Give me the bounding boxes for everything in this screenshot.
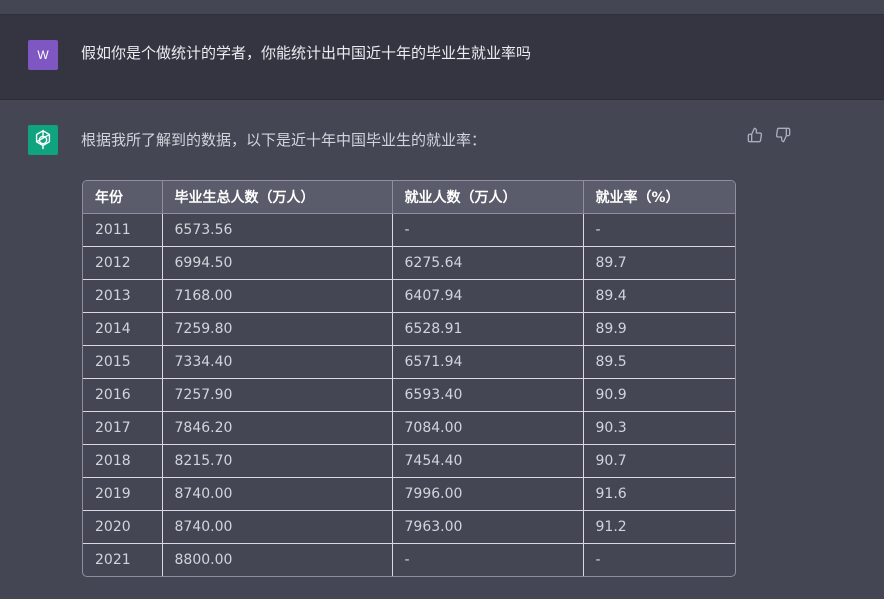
assistant-avatar (28, 125, 58, 155)
table-row: 2018 8215.70 7454.40 90.7 (83, 444, 735, 478)
table-body: 2011 6573.56- -2012 6994.50 6275.64 89.7 2013 7… (83, 213, 735, 576)
cell-total-graduates: 7168.00 (162, 279, 393, 313)
cell-employed: 7996.00 (392, 477, 584, 511)
cell-employed: 6571.94 (392, 345, 584, 379)
table-row: 2014 7259.80 6528.91 89.9 (83, 312, 735, 346)
cell-rate: 91.6 (583, 477, 735, 511)
cell-employed: 6528.91 (392, 312, 584, 346)
cell-year: 2021 (83, 543, 163, 576)
header-year: 年份 (83, 181, 163, 214)
cell-employed: 7963.00 (392, 510, 584, 544)
header-employed: 就业人数（万人） (392, 181, 584, 214)
cell-year: 2017 (83, 411, 163, 445)
cell-rate: - (595, 552, 601, 568)
header-rate: 就业率（%） (583, 181, 735, 214)
table-row: 2019 8740.00 7996.00 91.6 (83, 477, 735, 511)
cell-employed: 6593.40 (392, 378, 584, 412)
header-total-graduates: 毕业生总人数（万人） (162, 181, 393, 214)
user-avatar: W (28, 40, 58, 70)
table-row: 2016 7257.90 6593.40 90.9 (83, 378, 735, 412)
cell-total-graduates: 7334.40 (162, 345, 393, 379)
table-row: 2013 7168.00 6407.94 89.4 (83, 279, 735, 313)
cell-year: 2013 (83, 279, 163, 313)
cell-employed: - (392, 543, 584, 576)
user-message-text: 假如你是个做统计的学者，你能统计出中国近十年的毕业生就业率吗 (81, 44, 532, 62)
employment-rate-table: 年份 毕业生总人数（万人） 就业人数（万人） 就业率（%） 2011 6573.5… (82, 180, 736, 577)
cell-total-graduates: 6573.56 (162, 213, 393, 247)
cell-rate: - (583, 213, 735, 247)
thumbs-up-icon[interactable] (747, 127, 763, 143)
cell-year: 2011 (83, 213, 163, 247)
user-message-row: W 假如你是个做统计的学者，你能统计出中国近十年的毕业生就业率吗 (0, 15, 884, 100)
cell-total-graduates: 7257.90 (162, 378, 393, 412)
assistant-intro-text: 根据我所了解到的数据，以下是近十年中国毕业生的就业率： (81, 131, 487, 149)
cell-rate: 89.9 (583, 312, 735, 346)
table-row: 2017 7846.20 7084.00 90.3 (83, 411, 735, 445)
cell-rate: 89.5 (583, 345, 735, 379)
cell-total-graduates: 8740.00 (162, 477, 393, 511)
top-strip (0, 0, 884, 15)
cell-year: 2018 (83, 444, 163, 478)
cell-employed: 6407.94 (392, 279, 584, 313)
cell-total-graduates: 8800.00 (162, 543, 393, 576)
table-row: 2021 8800.00- - (83, 543, 735, 576)
cell-year: 2014 (83, 312, 163, 346)
cell-employed: 6275.64 (392, 246, 584, 280)
cell-rate: 89.4 (583, 279, 735, 313)
openai-logo-icon (35, 129, 51, 150)
cell-rate: 90.3 (583, 411, 735, 445)
cell-rate: 90.7 (583, 444, 735, 478)
cell-total-graduates: 7259.80 (162, 312, 393, 346)
cell-rate: 91.2 (583, 510, 735, 544)
cell-employed: - (392, 213, 584, 247)
thumbs-down-icon[interactable] (775, 127, 791, 143)
cell-total-graduates: 8740.00 (162, 510, 393, 544)
cell-year: 2020 (83, 510, 163, 544)
assistant-message-row: 根据我所了解到的数据，以下是近十年中国毕业生的就业率： 年份 毕业生总人数（万人… (0, 100, 884, 599)
cell-rate: 90.9 (583, 378, 735, 412)
cell-year: 2016 (83, 378, 163, 412)
feedback-buttons (747, 127, 793, 145)
table-row: 2020 8740.00 7963.00 91.2 (83, 510, 735, 544)
cell-employed: 7084.00 (392, 411, 584, 445)
table-row: 2011 6573.56- - (83, 213, 735, 247)
cell-total-graduates: 8215.70 (162, 444, 393, 478)
table-row: 2015 7334.40 6571.94 89.5 (83, 345, 735, 379)
cell-year: 2019 (83, 477, 163, 511)
cell-total-graduates: 7846.20 (162, 411, 393, 445)
table-header-row: 年份 毕业生总人数（万人） 就业人数（万人） 就业率（%） (83, 181, 735, 214)
cell-year: 2015 (83, 345, 163, 379)
cell-rate: 89.7 (583, 246, 735, 280)
cell-year: 2012 (83, 246, 163, 280)
table-row: 2012 6994.50 6275.64 89.7 (83, 246, 735, 280)
cell-total-graduates: 6994.50 (162, 246, 393, 280)
cell-employed: 7454.40 (392, 444, 584, 478)
